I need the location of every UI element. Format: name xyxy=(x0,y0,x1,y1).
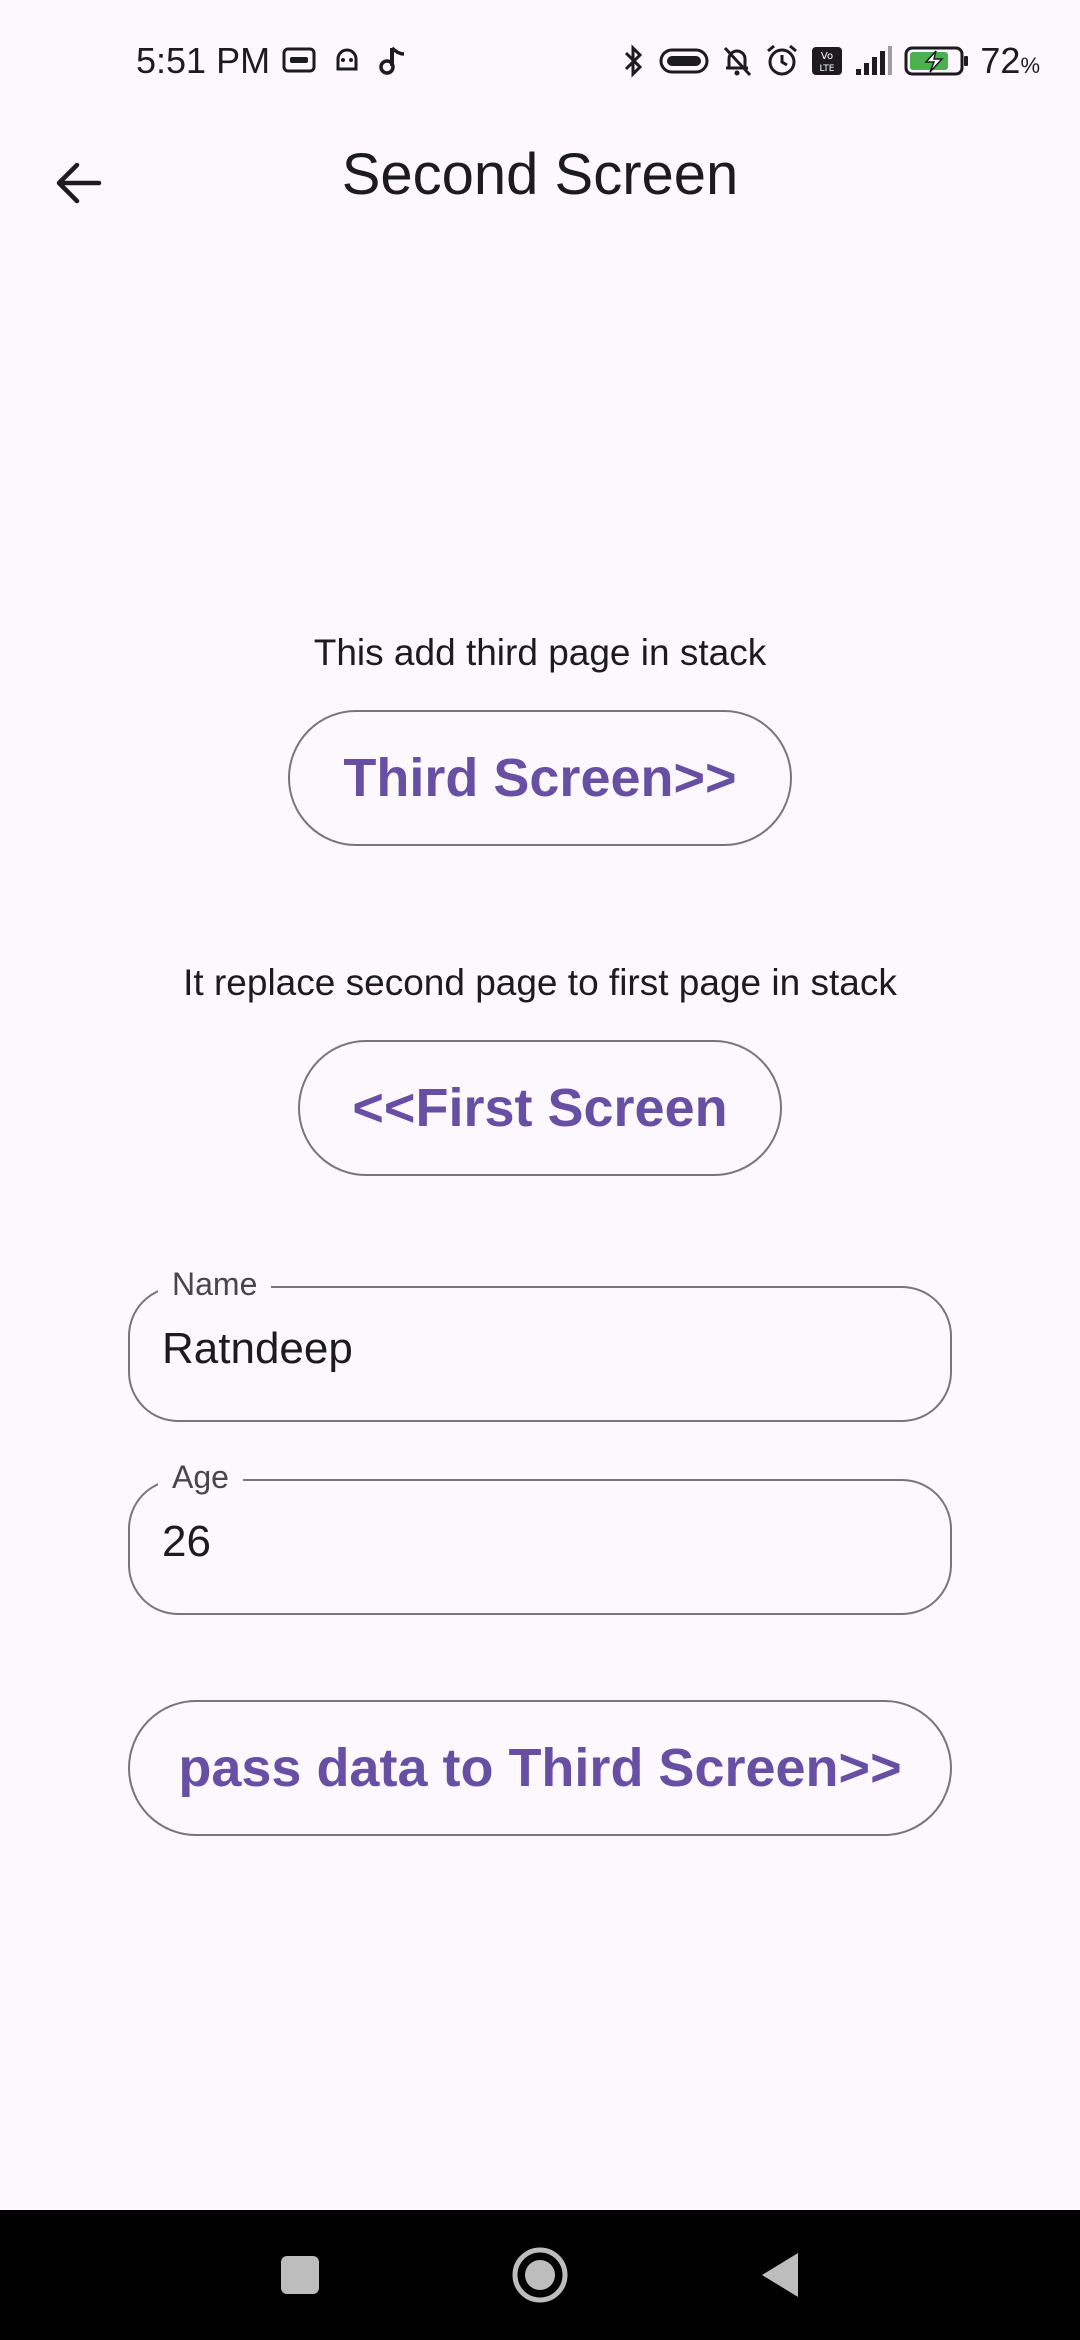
name-field-value[interactable]: Ratndeep xyxy=(162,1324,353,1374)
arrow-back-icon xyxy=(53,161,103,205)
nav-back-button[interactable] xyxy=(720,2210,840,2340)
battery-charging-icon xyxy=(904,45,970,77)
back-button[interactable] xyxy=(40,145,116,221)
nav-home-button[interactable] xyxy=(480,2210,600,2340)
age-field-value[interactable]: 26 xyxy=(162,1517,211,1567)
music-note-icon xyxy=(378,44,408,76)
status-icons-right: Vo LTE 72% xyxy=(618,40,1040,82)
first-screen-caption: It replace second page to first page in … xyxy=(183,962,897,1003)
svg-text:LTE: LTE xyxy=(820,64,835,74)
battery-percent: 72% xyxy=(980,40,1040,81)
signal-icon xyxy=(854,45,894,77)
age-field-label: Age xyxy=(158,1459,243,1496)
system-nav-bar xyxy=(0,2210,1080,2340)
pass-data-button[interactable]: pass data to Third Screen>> xyxy=(128,1700,952,1836)
bell-off-icon xyxy=(720,44,754,78)
status-icons-left xyxy=(282,44,408,76)
age-field[interactable]: Age 26 xyxy=(128,1459,952,1615)
recents-icon xyxy=(278,2253,322,2297)
nav-recents-button[interactable] xyxy=(240,2210,360,2340)
name-field-label: Name xyxy=(158,1266,272,1303)
vibrate-icon xyxy=(658,46,710,76)
status-bar: 5:51 PM Vo LTE 72% xyxy=(0,0,1080,125)
android-robot-icon xyxy=(332,45,362,75)
screen-record-icon xyxy=(282,46,316,74)
status-time: 5:51 PM xyxy=(136,40,271,81)
alarm-icon xyxy=(764,43,800,79)
third-screen-button[interactable]: Third Screen>> xyxy=(288,710,792,846)
first-screen-button[interactable]: <<First Screen xyxy=(298,1040,782,1176)
volte-icon: Vo LTE xyxy=(810,45,844,77)
app-bar: Second Screen xyxy=(0,125,1080,225)
third-screen-caption: This add third page in stack xyxy=(313,632,767,673)
page-title: Second Screen xyxy=(341,142,739,207)
svg-text:Vo: Vo xyxy=(821,51,833,62)
back-icon xyxy=(758,2250,802,2300)
bluetooth-icon xyxy=(618,43,648,79)
home-icon xyxy=(510,2245,570,2305)
name-field[interactable]: Name Ratndeep xyxy=(128,1266,952,1422)
